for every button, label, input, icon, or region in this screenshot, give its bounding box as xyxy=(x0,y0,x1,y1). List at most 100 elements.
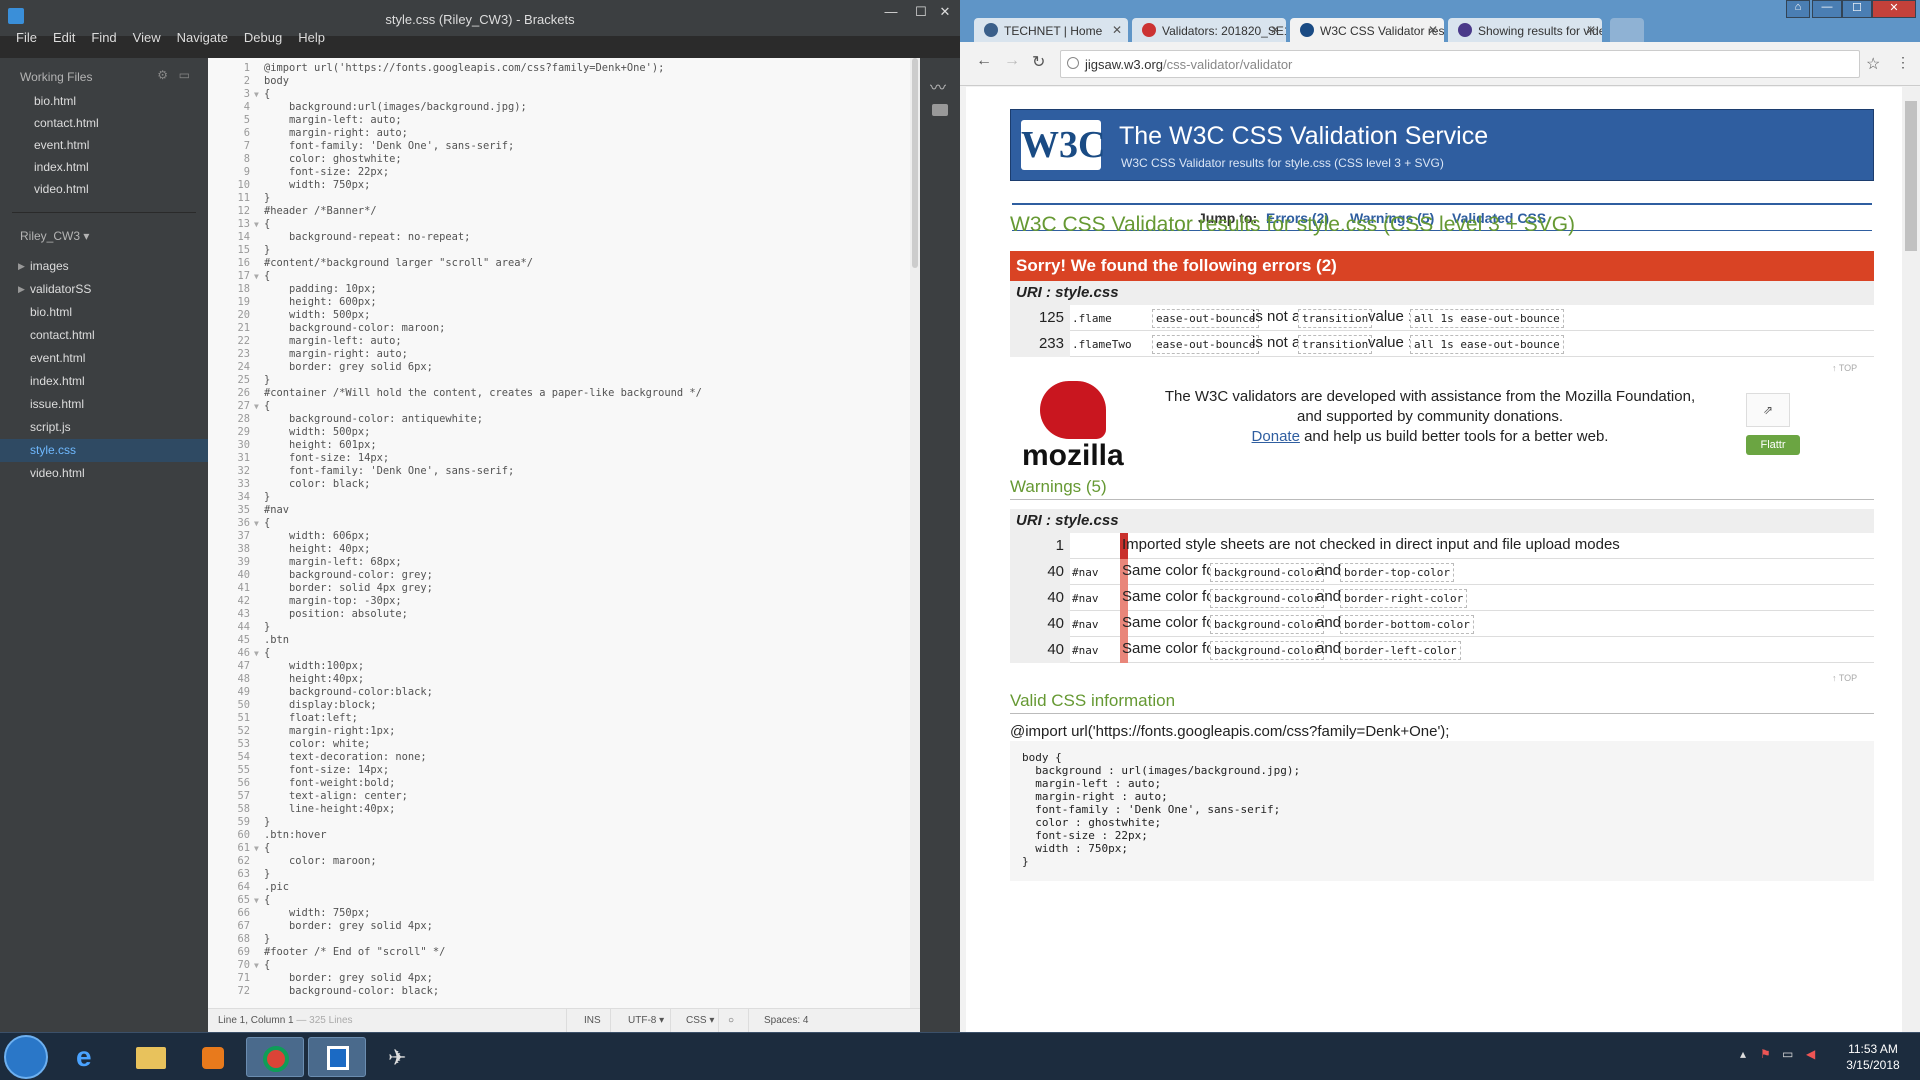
tree-file[interactable]: index.html xyxy=(0,370,208,393)
ins-toggle[interactable]: INS xyxy=(584,1015,601,1026)
reload-icon[interactable]: ↻ xyxy=(1032,52,1045,72)
live-preview-icon[interactable]: 〰 xyxy=(930,74,946,98)
network-icon[interactable]: ▭ xyxy=(1782,1047,1793,1061)
minimize-icon[interactable]: — xyxy=(1812,0,1842,18)
tab-close-icon[interactable]: ✕ xyxy=(1112,23,1122,37)
close-icon[interactable]: ✕ xyxy=(934,4,956,22)
menu-icon[interactable]: ⋮ xyxy=(1896,54,1910,71)
flattr-button[interactable]: Flattr xyxy=(1746,435,1800,455)
code-scrollbar[interactable] xyxy=(910,58,920,1008)
language-select[interactable]: CSS ▾ xyxy=(686,1015,714,1026)
info-icon[interactable] xyxy=(1067,57,1079,69)
volume-icon[interactable]: ◀ xyxy=(1806,1047,1815,1061)
action-center-icon[interactable]: ⚑ xyxy=(1760,1047,1771,1061)
menu-view[interactable]: View xyxy=(133,30,161,52)
brackets-icon[interactable] xyxy=(308,1037,366,1077)
indent-setting[interactable]: Spaces: 4 xyxy=(764,1015,808,1026)
fold-icon[interactable]: ▼ xyxy=(254,842,259,855)
fold-icon[interactable]: ▼ xyxy=(254,270,259,283)
scroll-thumb[interactable] xyxy=(1905,101,1917,251)
maximize-icon[interactable]: ☐ xyxy=(1842,0,1872,18)
ie-icon[interactable]: e xyxy=(60,1037,118,1077)
menu-find[interactable]: Find xyxy=(91,30,116,52)
browser-tab[interactable]: Showing results for vide ✕ xyxy=(1448,18,1602,42)
start-button[interactable] xyxy=(4,1035,48,1079)
tree-file[interactable]: event.html xyxy=(0,347,208,370)
gear-icon[interactable]: ⚙ xyxy=(157,68,168,82)
code-property: border-top-color xyxy=(1340,563,1454,582)
user-icon[interactable]: ⌂ xyxy=(1786,0,1810,18)
tree-file[interactable]: video.html xyxy=(0,462,208,485)
page-scrollbar[interactable] xyxy=(1902,87,1920,1033)
fold-icon[interactable]: ▼ xyxy=(254,894,259,907)
working-file-item[interactable]: bio.html xyxy=(0,90,208,112)
tray-arrow-icon[interactable]: ▴ xyxy=(1740,1047,1746,1061)
menu-file[interactable]: File xyxy=(16,30,37,52)
tree-file[interactable]: contact.html xyxy=(0,324,208,347)
tab-close-icon[interactable]: ✕ xyxy=(1586,23,1596,37)
code-editor[interactable]: 1 @import url('https://fonts.googleapis.c… xyxy=(208,58,920,1008)
menu-help[interactable]: Help xyxy=(298,30,325,52)
fold-icon[interactable]: ▼ xyxy=(254,647,259,660)
top-link[interactable]: ↑ TOP xyxy=(1832,673,1857,683)
menu-edit[interactable]: Edit xyxy=(53,30,75,52)
chrome-icon[interactable] xyxy=(246,1037,304,1077)
chevron-right-icon[interactable]: ▶ xyxy=(18,255,25,278)
new-tab-button[interactable] xyxy=(1610,18,1644,42)
tree-item-label: script.js xyxy=(30,420,71,434)
line-number: 22 xyxy=(237,335,250,347)
donate-link[interactable]: Donate xyxy=(1252,428,1300,445)
media-player-icon[interactable] xyxy=(184,1037,242,1077)
back-icon[interactable]: ← xyxy=(976,52,992,70)
menu-navigate[interactable]: Navigate xyxy=(177,30,228,52)
app-icon[interactable]: ✈ xyxy=(370,1037,428,1077)
top-link[interactable]: ↑ TOP xyxy=(1832,363,1857,373)
menu-debug[interactable]: Debug xyxy=(244,30,282,52)
scroll-thumb[interactable] xyxy=(912,58,918,268)
browser-tab[interactable]: TECHNET | Home ✕ xyxy=(974,18,1128,42)
working-file-item[interactable]: contact.html xyxy=(0,112,208,134)
working-file-item[interactable]: index.html xyxy=(0,156,208,178)
working-file-item[interactable]: event.html xyxy=(0,134,208,156)
project-dropdown[interactable]: Riley_CW3 ▾ xyxy=(0,225,208,255)
tree-file[interactable]: style.css xyxy=(0,439,208,462)
mozilla-logo[interactable]: mozilla xyxy=(1022,381,1138,481)
split-view-icon[interactable]: ▭ xyxy=(179,68,190,82)
encoding-select[interactable]: UTF-8 ▾ xyxy=(628,1015,664,1026)
close-icon[interactable]: ✕ xyxy=(1872,0,1916,18)
chevron-right-icon[interactable]: ▶ xyxy=(18,278,25,301)
explorer-icon[interactable] xyxy=(122,1037,180,1077)
maximize-icon[interactable]: ☐ xyxy=(910,4,932,22)
code-line: width: 606px; xyxy=(264,530,371,542)
bookmark-star-icon[interactable]: ☆ xyxy=(1866,54,1880,74)
tree-file[interactable]: issue.html xyxy=(0,393,208,416)
share-icon[interactable]: ⇗ xyxy=(1746,393,1790,427)
working-file-item[interactable]: video.html xyxy=(0,178,208,200)
code-line: font-size: 22px; xyxy=(264,166,390,178)
tree-file[interactable]: bio.html xyxy=(0,301,208,324)
fold-icon[interactable]: ▼ xyxy=(254,959,259,972)
code-line: #header /*Banner*/ xyxy=(264,205,377,217)
tab-close-icon[interactable]: ✕ xyxy=(1270,23,1280,37)
linter-icon[interactable]: ○ xyxy=(728,1015,734,1026)
minimize-icon[interactable]: — xyxy=(880,4,902,22)
url-input[interactable]: jigsaw.w3.org/css-validator/validator xyxy=(1060,50,1860,78)
line-number: 15 xyxy=(237,244,250,256)
browser-tab[interactable]: Validators: 201820_SE1 ✕ xyxy=(1132,18,1286,42)
tree-folder[interactable]: ▶ images xyxy=(0,255,208,278)
tab-close-icon[interactable]: ✕ xyxy=(1428,23,1438,37)
tree-folder[interactable]: ▶ validatorSS xyxy=(0,278,208,301)
fold-icon[interactable]: ▼ xyxy=(254,218,259,231)
extension-manager-icon[interactable] xyxy=(932,104,948,116)
clock[interactable]: 11:53 AM 3/15/2018 xyxy=(1838,1041,1908,1073)
line-number: 19 xyxy=(237,296,250,308)
forward-icon[interactable]: → xyxy=(1004,52,1020,70)
tree-file[interactable]: script.js xyxy=(0,416,208,439)
w3c-logo[interactable]: W3C xyxy=(1021,120,1105,170)
line-number: 69 xyxy=(237,946,250,958)
fold-icon[interactable]: ▼ xyxy=(254,88,259,101)
fold-icon[interactable]: ▼ xyxy=(254,400,259,413)
line-number: 10 xyxy=(237,179,250,191)
fold-icon[interactable]: ▼ xyxy=(254,517,259,530)
browser-tab[interactable]: W3C CSS Validator resul ✕ xyxy=(1290,18,1444,42)
